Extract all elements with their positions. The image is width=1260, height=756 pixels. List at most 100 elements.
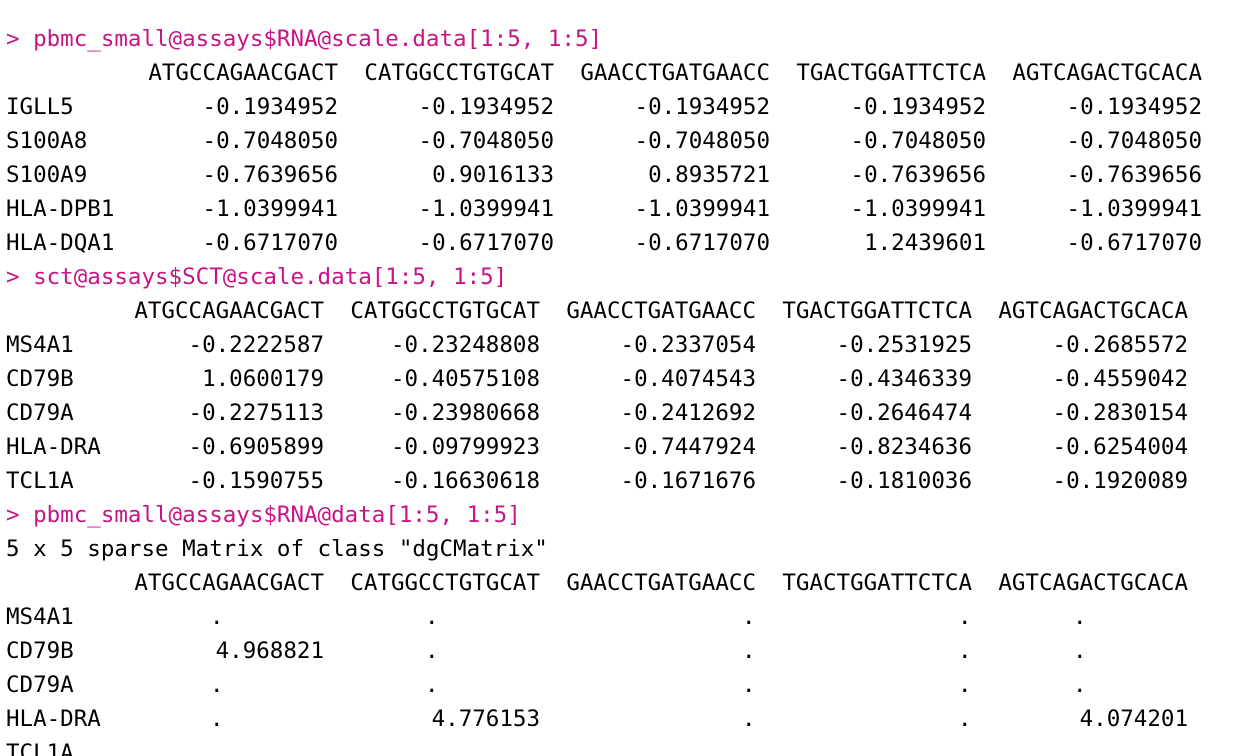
column-header: GAACCTGATGAACC [580, 60, 770, 86]
matrix-cell: 0.8935721 [648, 162, 770, 188]
matrix-cell: -0.7639656 [202, 162, 338, 188]
matrix-row: S100A8 -0.7048050 -0.7048050 -0.7048050 -0.7… [0, 124, 1260, 158]
matrix-row: MS4A1..... [0, 600, 1260, 634]
column-header: TGACTGGATTCTCA [796, 60, 986, 86]
matrix-cell: 4.074201 [1079, 706, 1188, 732]
matrix-row: CD79A..... [0, 668, 1260, 702]
column-header: ATGCCAGAACGACT [134, 570, 324, 596]
row-gene-name: HLA-DRA [6, 434, 101, 460]
matrix-row: CD79B 4.968821.... [0, 634, 1260, 668]
matrix-cell: -0.6905899 [188, 434, 324, 460]
row-gene-name: MS4A1 [6, 332, 74, 358]
console-command[interactable]: > sct@assays$SCT@scale.data[1:5, 1:5] [6, 260, 507, 294]
matrix-cell: 0.9016133 [432, 162, 554, 188]
matrix-row: HLA-DQA1 -0.6717070 -0.6717070 -0.6717070 1.… [0, 226, 1260, 260]
row-gene-name: CD79B [6, 366, 74, 392]
column-header: CATGGCCTGTGCAT [350, 298, 540, 324]
matrix-cell-zero: . [1073, 740, 1087, 756]
matrix-row: HLA-DPB1 -1.0399941 -1.0399941 -1.0399941 -1… [0, 192, 1260, 226]
matrix-cell: -0.23248808 [390, 332, 540, 358]
matrix-row: CD79A -0.2275113 -0.23980668 -0.2412692 -0.2… [0, 396, 1260, 430]
column-header: CATGGCCTGTGCAT [364, 60, 554, 86]
matrix-cell: -0.7447924 [620, 434, 756, 460]
matrix-cell: -0.09799923 [390, 434, 540, 460]
matrix-cell: -1.0399941 [202, 196, 338, 222]
matrix-header-row: ATGCCAGAACGACT CATGGCCTGTGCAT GAACCTGATGAA… [0, 566, 1260, 600]
matrix-cell: -0.7639656 [1066, 162, 1202, 188]
row-gene-name: TCL1A [6, 740, 74, 756]
r-console[interactable]: > pbmc_small@assays$RNA@scale.data[1:5, … [0, 0, 1260, 756]
matrix-row: TCL1A..... [0, 736, 1260, 756]
column-header: ATGCCAGAACGACT [134, 298, 324, 324]
matrix-row: HLA-DRA. 4.776153.. 4.074201 [0, 702, 1260, 736]
matrix-cell: -0.1934952 [634, 94, 770, 120]
column-header: AGTCAGACTGCACA [998, 298, 1188, 324]
matrix-cell: -0.6717070 [1066, 230, 1202, 256]
matrix-cell: -0.23980668 [390, 400, 540, 426]
matrix-row: CD79B 1.0600179 -0.40575108 -0.4074543 -0.43… [0, 362, 1260, 396]
matrix-cell-zero: . [958, 706, 972, 732]
matrix-cell: -0.1920089 [1052, 468, 1188, 494]
matrix-cell: -0.7639656 [850, 162, 986, 188]
matrix-cell: -0.2531925 [836, 332, 972, 358]
matrix-cell: -0.1934952 [850, 94, 986, 120]
matrix-cell-zero: . [210, 740, 224, 756]
column-header: AGTCAGACTGCACA [998, 570, 1188, 596]
matrix-row: MS4A1 -0.2222587 -0.23248808 -0.2337054 -0.2… [0, 328, 1260, 362]
matrix-cell-zero: . [742, 638, 756, 664]
matrix-cell: -0.40575108 [390, 366, 540, 392]
row-gene-name: HLA-DRA [6, 706, 101, 732]
matrix-cell-zero: . [742, 604, 756, 630]
matrix-cell: -0.16630618 [390, 468, 540, 494]
row-gene-name: TCL1A [6, 468, 74, 494]
matrix-header-row: ATGCCAGAACGACT CATGGCCTGTGCAT GAACCTGATGAA… [0, 294, 1260, 328]
console-command[interactable]: > pbmc_small@assays$RNA@scale.data[1:5, … [6, 22, 602, 56]
matrix-cell: 1.0600179 [202, 366, 324, 392]
column-header: TGACTGGATTCTCA [782, 570, 972, 596]
matrix-cell: -0.1671676 [620, 468, 756, 494]
matrix-cell: -0.7048050 [634, 128, 770, 154]
matrix-cell-zero: . [1073, 638, 1087, 664]
matrix-cell-zero: . [210, 706, 224, 732]
column-header: ATGCCAGAACGACT [148, 60, 338, 86]
matrix-cell-zero: . [210, 672, 224, 698]
matrix-cell-zero: . [425, 638, 439, 664]
matrix-cell: 4.968821 [215, 638, 324, 664]
matrix-cell-zero: . [1073, 672, 1087, 698]
matrix-cell: -1.0399941 [418, 196, 554, 222]
matrix-cell: -0.1934952 [418, 94, 554, 120]
matrix-cell: -0.6717070 [202, 230, 338, 256]
matrix-cell-zero: . [425, 672, 439, 698]
matrix-cell: -0.2222587 [188, 332, 324, 358]
matrix-cell: -0.2685572 [1052, 332, 1188, 358]
row-gene-name: CD79A [6, 400, 74, 426]
row-gene-name: S100A8 [6, 128, 88, 154]
matrix-cell: -1.0399941 [1066, 196, 1202, 222]
matrix-cell-zero: . [958, 672, 972, 698]
column-header: TGACTGGATTCTCA [782, 298, 972, 324]
matrix-header-row: ATGCCAGAACGACT CATGGCCTGTGCAT GAACCTGATGAA… [0, 56, 1260, 90]
matrix-cell-zero: . [742, 706, 756, 732]
matrix-cell: 4.776153 [431, 706, 540, 732]
matrix-row: S100A9 -0.7639656 0.9016133 0.8935721 -0.763… [0, 158, 1260, 192]
matrix-cell: -0.7048050 [202, 128, 338, 154]
matrix-cell-zero: . [210, 604, 224, 630]
matrix-cell-zero: . [958, 638, 972, 664]
row-gene-name: S100A9 [6, 162, 88, 188]
matrix-cell: -1.0399941 [850, 196, 986, 222]
matrix-cell: -0.8234636 [836, 434, 972, 460]
matrix-cell: -0.1590755 [188, 468, 324, 494]
matrix-cell: -0.6717070 [418, 230, 554, 256]
matrix-cell-zero: . [742, 740, 756, 756]
row-gene-name: HLA-DQA1 [6, 230, 115, 256]
matrix-cell-zero: . [425, 740, 439, 756]
matrix-cell: -0.4346339 [836, 366, 972, 392]
matrix-row: HLA-DRA -0.6905899 -0.09799923 -0.7447924 -0… [0, 430, 1260, 464]
matrix-cell: -0.7048050 [1066, 128, 1202, 154]
matrix-cell: -0.6717070 [634, 230, 770, 256]
matrix-cell: -0.7048050 [418, 128, 554, 154]
row-gene-name: MS4A1 [6, 604, 74, 630]
console-command[interactable]: > pbmc_small@assays$RNA@data[1:5, 1:5] [6, 498, 521, 532]
matrix-cell-zero: . [1073, 604, 1087, 630]
row-gene-name: CD79A [6, 672, 74, 698]
